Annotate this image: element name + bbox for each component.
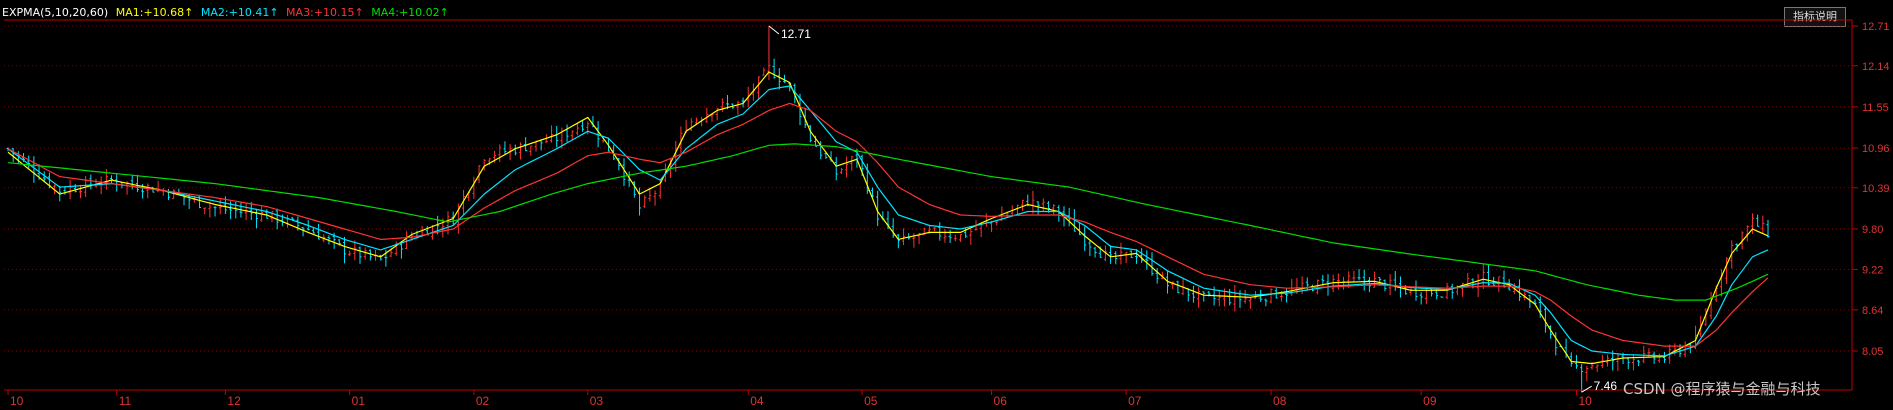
y-tick-label: 12.14 — [1862, 61, 1890, 73]
candlestick-chart[interactable]: 12.71 12.14 11.55 10.96 10.39 9.80 9.22 8.64 8.0… — [0, 0, 1893, 410]
x-tick-label: 11 — [119, 394, 132, 408]
y-tick-label: 9.22 — [1862, 264, 1883, 276]
y-tick-label: 12.71 — [1862, 21, 1890, 33]
price-annotation-pointer — [768, 25, 780, 35]
x-tick-label: 09 — [1423, 394, 1437, 408]
price-annotation-pointer — [1581, 385, 1592, 393]
y-tick-label: 8.64 — [1862, 305, 1883, 317]
price-annotation-label: 7.46 — [1594, 379, 1618, 393]
y-tick-label: 10.96 — [1862, 143, 1890, 155]
annotations: 12.71 7.46 — [768, 25, 1618, 393]
x-tick-label: 07 — [1128, 394, 1142, 408]
grid-lines — [4, 25, 1852, 352]
x-tick-label: 05 — [864, 394, 878, 408]
x-tick-label: 08 — [1273, 394, 1287, 408]
y-tick-label: 10.39 — [1862, 183, 1890, 195]
y-tick-label: 11.55 — [1862, 102, 1889, 114]
x-tick-label: 10 — [1578, 394, 1592, 408]
x-tick-label: 03 — [590, 394, 604, 408]
candles — [6, 26, 1770, 393]
x-tick-label: 12 — [227, 394, 241, 408]
x-tick-label: 01 — [352, 394, 366, 408]
y-tick-label: 8.05 — [1862, 346, 1883, 358]
x-tick-label: 06 — [994, 394, 1008, 408]
axes: 12.71 12.14 11.55 10.96 10.39 9.80 9.22 8.64 8.0… — [4, 19, 1890, 408]
y-tick-label: 9.80 — [1862, 224, 1883, 236]
price-annotation-label: 12.71 — [781, 27, 811, 41]
x-tick-label: 10 — [10, 394, 24, 408]
x-tick-label: 04 — [750, 394, 764, 408]
watermark: CSDN @程序猿与金融与科技 — [1623, 380, 1821, 398]
x-tick-label: 02 — [476, 394, 490, 408]
